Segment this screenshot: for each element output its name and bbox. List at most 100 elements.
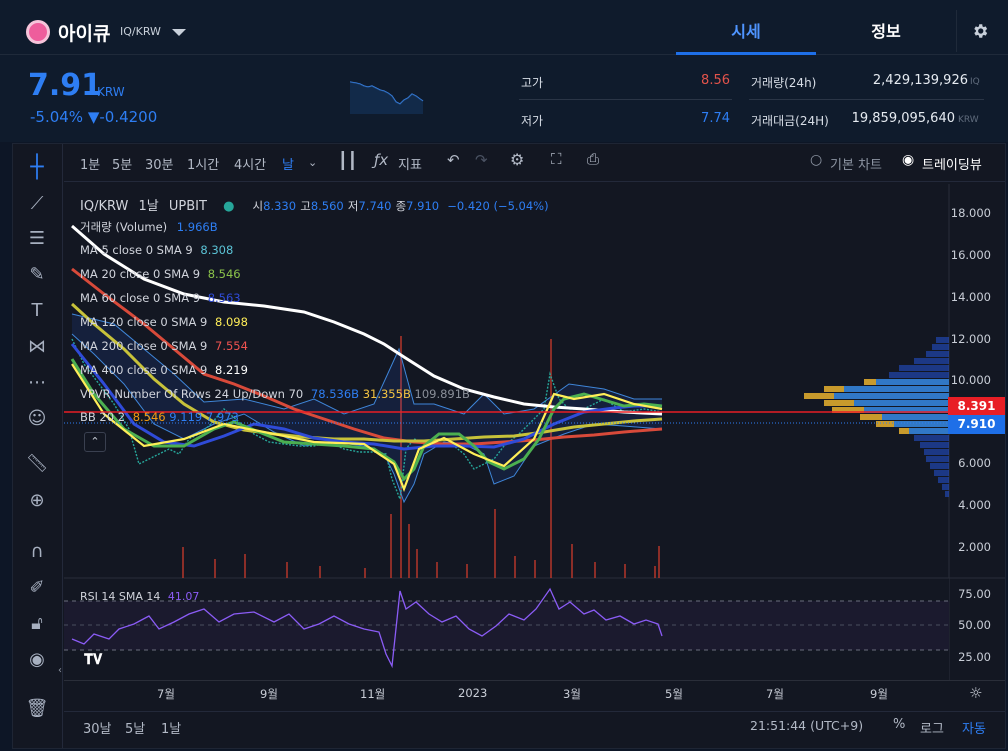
eye-icon[interactable]: ◉ <box>25 648 49 672</box>
tab-info[interactable]: 정보 <box>816 0 956 55</box>
interval-5m[interactable]: 5분 <box>112 154 132 173</box>
tradingview-logo-icon: 𝐓𝐕 <box>84 652 103 668</box>
ohlc-low-label: 저 <box>347 199 359 213</box>
volume-legend-label: 거래량 (Volume) <box>80 220 168 234</box>
fullscreen-icon[interactable]: ⛶ <box>551 150 562 168</box>
price-tick: 2.000 <box>958 540 991 554</box>
ohlc-open-label: 시 <box>252 199 264 213</box>
ma120-value: 8.098 <box>215 315 248 329</box>
basic-chart-label[interactable]: 기본 차트 <box>830 154 882 173</box>
radio-basic-chart[interactable]: ○ <box>810 152 822 168</box>
indicators-button[interactable]: 지표 <box>398 154 422 173</box>
chart-settings-icon[interactable]: ⚙ <box>510 150 524 169</box>
redo-icon[interactable]: ↷ <box>475 151 488 169</box>
ohlc-high-label: 고 <box>300 199 311 213</box>
pattern-icon[interactable]: ⋈ <box>25 335 49 359</box>
lock-icon[interactable]: 🔓︎ <box>25 612 49 636</box>
interval-1m[interactable]: 1분 <box>80 154 100 173</box>
chevron-down-icon[interactable]: ⌄ <box>308 156 317 169</box>
legend-ma200[interactable]: MA 200 close 0 SMA 9 7.554 <box>80 339 248 353</box>
price-tick: 14.000 <box>950 290 991 304</box>
text-tool-icon[interactable]: T <box>25 299 49 323</box>
trend-line-icon[interactable]: ⟋ <box>25 192 49 216</box>
price-axis[interactable]: 18.000 16.000 14.000 12.000 10.000 8.391… <box>948 184 1005 680</box>
lock-drawing-icon[interactable]: ✐ <box>25 576 49 600</box>
interval-1h[interactable]: 1시간 <box>187 154 219 173</box>
time-tick: 11월 <box>360 687 386 701</box>
legend-volume[interactable]: 거래량 (Volume) 1.966B <box>80 219 218 235</box>
log-scale-button[interactable]: 로그 <box>920 718 944 737</box>
crosshair-icon[interactable]: ┼ <box>25 156 49 180</box>
price-unit: KRW <box>97 85 125 99</box>
undo-icon[interactable]: ↶ <box>447 151 460 169</box>
percent-scale-button[interactable]: % <box>893 717 905 732</box>
legend-rsi[interactable]: RSI 14 SMA 14 41.07 <box>80 590 199 603</box>
divider <box>749 99 984 100</box>
drawing-toolbar: ┼ ⟋ ☰ ✎ T ⋈ ⋯ ☺ 📏︎ ⊕ ∩ ✐ 🔓︎ ◉ 🗑︎ <box>13 144 63 748</box>
auto-scale-button[interactable]: 자동 <box>962 718 986 737</box>
ma5-value: 8.308 <box>200 243 234 257</box>
coin-pair[interactable]: IQ/KRW <box>120 25 161 38</box>
volume-legend-value: 1.966B <box>176 220 218 234</box>
chevron-left-icon[interactable]: ‹ <box>58 665 62 676</box>
trash-icon[interactable]: 🗑︎ <box>25 697 49 721</box>
legend-exchange: UPBIT <box>168 199 207 214</box>
fib-lines-icon[interactable]: ☰ <box>25 227 49 251</box>
rsi-tick: 25.00 <box>958 650 991 664</box>
volume-unit: IQ <box>970 77 980 87</box>
ma20-label: MA 20 close 0 SMA 9 <box>80 267 201 281</box>
range-1d[interactable]: 1날 <box>161 718 181 737</box>
interval-30m[interactable]: 30분 <box>145 154 174 173</box>
legend-vpvr[interactable]: VPVR Number Of Rows 24 Up/Down 70 78.536… <box>80 387 470 401</box>
vpvr-value-3: 109.891B <box>414 387 470 401</box>
price-tick: 18.000 <box>950 206 991 220</box>
time-tick: 9월 <box>260 687 278 701</box>
settings-button[interactable] <box>956 10 1002 52</box>
function-icon[interactable]: ƒx <box>374 151 388 169</box>
divider <box>519 99 732 100</box>
time-tick: 9월 <box>870 687 888 701</box>
radio-tradingview[interactable]: ◉ <box>902 152 914 168</box>
price-tick: 6.000 <box>958 456 991 470</box>
legend-ma120[interactable]: MA 120 close 0 SMA 9 8.098 <box>80 315 248 329</box>
sun-icon[interactable]: ☼ <box>969 684 982 702</box>
legend-ma400[interactable]: MA 400 close 0 SMA 9 8.219 <box>80 363 248 377</box>
legend-bb[interactable]: BB 20 2 8.546 9.119 7.973 <box>80 410 239 424</box>
amount-value: 19,859,095,640 <box>851 111 955 126</box>
ohlc-low: 7.740 <box>358 199 392 213</box>
tab-market-price[interactable]: 시세 <box>676 0 816 55</box>
price-chart[interactable]: 𝐓𝐕 <box>64 184 1005 680</box>
magnet-icon[interactable]: ∩ <box>25 540 49 564</box>
interval-day[interactable]: 날 <box>282 154 294 173</box>
high-value: 8.56 <box>701 73 730 88</box>
legend-ma60[interactable]: MA 60 close 0 SMA 9 8.563 <box>80 291 241 305</box>
candlestick-icon[interactable]: ┃┃ <box>338 151 357 170</box>
ma200-label: MA 200 close 0 SMA 9 <box>80 339 208 353</box>
legend-symbol: IQ/KRW <box>80 199 129 214</box>
camera-icon[interactable]: ⎙ <box>587 150 599 168</box>
prediction-icon[interactable]: ⋯ <box>25 371 49 395</box>
clock-display[interactable]: 21:51:44 (UTC+9) <box>750 718 863 733</box>
close-price-label: 7.910 <box>948 415 1005 434</box>
time-axis[interactable] <box>64 680 1005 710</box>
time-tick: 5월 <box>665 687 683 701</box>
vpvr-profile <box>804 337 949 497</box>
emoji-icon[interactable]: ☺ <box>25 407 49 431</box>
symbol-legend: IQ/KRW 1날 UPBIT ● 시8.330 고8.560 저7.740 종… <box>80 195 549 214</box>
legend-ma5[interactable]: MA 5 close 0 SMA 9 8.308 <box>80 243 233 257</box>
gear-icon <box>973 24 987 38</box>
interval-4h[interactable]: 4시간 <box>234 154 266 173</box>
range-5d[interactable]: 5날 <box>125 718 145 737</box>
tradingview-label[interactable]: 트레이딩뷰 <box>922 154 982 173</box>
coin-name[interactable]: 아이큐 <box>58 19 110 46</box>
vpvr-label: VPVR Number Of Rows 24 Up/Down 70 <box>80 387 304 401</box>
legend-ma20[interactable]: MA 20 close 0 SMA 9 8.546 <box>80 267 241 281</box>
range-30d[interactable]: 30날 <box>83 718 112 737</box>
zoom-in-icon[interactable]: ⊕ <box>25 489 49 513</box>
chevron-down-icon[interactable] <box>172 29 186 36</box>
rsi-tick: 75.00 <box>958 587 991 601</box>
ruler-icon[interactable]: 📏︎ <box>25 452 49 476</box>
brush-icon[interactable]: ✎ <box>25 263 49 287</box>
bb-value-2: 9.119 <box>169 410 203 424</box>
collapse-legend-button[interactable]: ⌃ <box>84 432 106 452</box>
